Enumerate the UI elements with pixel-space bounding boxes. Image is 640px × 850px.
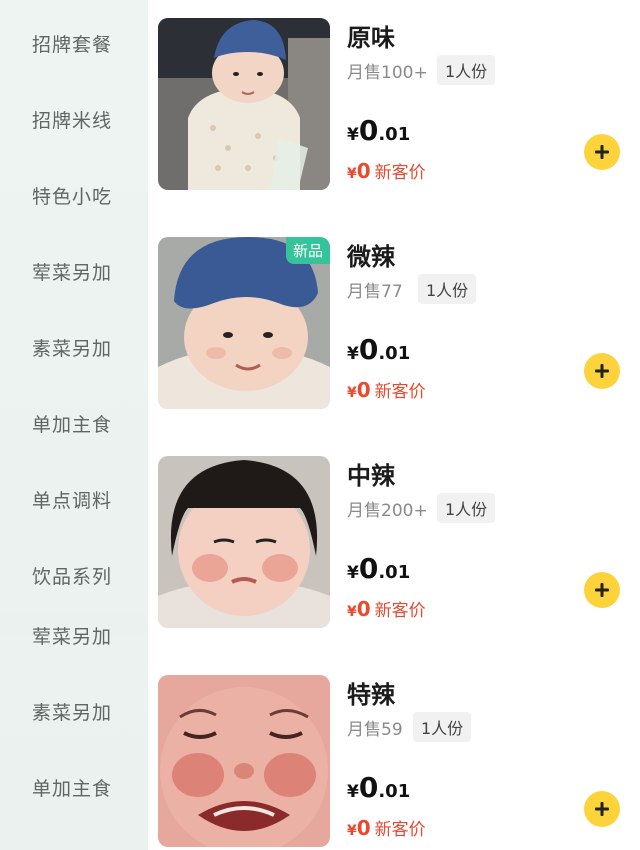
product-name: 中辣 [347,462,395,490]
product-name: 微辣 [347,243,395,271]
price-integer: 0 [358,552,379,585]
new-price-label: 新客价 [374,601,426,621]
plus-icon [595,583,609,597]
price-integer: 0 [358,771,379,804]
price: ¥0.01 [347,771,410,804]
price-currency: ¥ [347,782,359,802]
new-price-currency: ¥ [347,385,357,401]
category-sidebar: 招牌套餐 招牌米线 特色小吃 荤菜另加 素菜另加 单加主食 单点调料 饮品系列 … [0,0,148,850]
price: ¥0.01 [347,333,410,366]
new-price-label: 新客价 [374,163,426,183]
monthly-sales: 月售100+ [347,63,428,83]
product-card[interactable]: 特辣 月售59 1人份 ¥0.01 ¥0 新客价 [148,675,640,850]
product-card[interactable]: 中辣 月售200+ 1人份 ¥0.01 ¥0 新客价 [148,456,640,656]
new-price-value: 0 [356,159,371,183]
new-customer-price: ¥0 新客价 [347,377,426,402]
monthly-sales: 月售200+ [347,501,428,521]
monthly-sales: 月售59 [347,720,403,740]
product-list: 原味 月售100+ 1人份 ¥0.01 ¥0 新客价 新品 微辣 月售77 1人… [148,0,640,850]
new-price-currency: ¥ [347,604,357,620]
sidebar-item-meat-extra-2[interactable]: 荤菜另加 [32,622,112,649]
price-currency: ¥ [347,563,359,583]
product-name: 原味 [347,24,395,52]
new-price-value: 0 [356,816,371,840]
plus-icon [595,364,609,378]
price-decimal: .01 [378,343,411,364]
price: ¥0.01 [347,114,410,147]
sidebar-item-seasoning[interactable]: 单点调料 [32,486,112,513]
sidebar-item-veg-extra[interactable]: 素菜另加 [32,334,112,361]
plus-icon [595,802,609,816]
sidebar-item-snacks[interactable]: 特色小吃 [32,182,112,209]
product-image[interactable]: 新品 [158,237,330,409]
new-customer-price: ¥0 新客价 [347,158,426,183]
sidebar-item-meat-extra[interactable]: 荤菜另加 [32,258,112,285]
add-to-cart-button[interactable] [584,572,620,608]
new-price-value: 0 [356,378,371,402]
portion-tag: 1人份 [413,712,472,742]
price-integer: 0 [358,114,379,147]
new-price-currency: ¥ [347,823,357,839]
product-image[interactable] [158,456,330,628]
price: ¥0.01 [347,552,410,585]
product-card[interactable]: 原味 月售100+ 1人份 ¥0.01 ¥0 新客价 [148,18,640,218]
new-item-badge: 新品 [285,237,330,264]
product-name: 特辣 [347,681,395,709]
price-decimal: .01 [378,781,411,802]
new-price-value: 0 [356,597,371,621]
price-decimal: .01 [378,562,411,583]
product-image[interactable] [158,18,330,190]
portion-tag: 1人份 [418,274,477,304]
add-to-cart-button[interactable] [584,791,620,827]
product-card[interactable]: 新品 微辣 月售77 1人份 ¥0.01 ¥0 新客价 [148,237,640,437]
price-currency: ¥ [347,344,359,364]
new-price-label: 新客价 [374,820,426,840]
portion-tag: 1人份 [437,55,496,85]
product-image[interactable] [158,675,330,847]
add-to-cart-button[interactable] [584,134,620,170]
new-price-currency: ¥ [347,166,357,182]
price-integer: 0 [358,333,379,366]
add-to-cart-button[interactable] [584,353,620,389]
new-customer-price: ¥0 新客价 [347,596,426,621]
portion-tag: 1人份 [437,493,496,523]
price-decimal: .01 [378,124,411,145]
sidebar-item-staple-extra-2[interactable]: 单加主食 [32,774,112,801]
sidebar-item-veg-extra-2[interactable]: 素菜另加 [32,698,112,725]
monthly-sales: 月售77 [347,282,403,302]
new-price-label: 新客价 [374,382,426,402]
plus-icon [595,145,609,159]
sidebar-item-drinks[interactable]: 饮品系列 [32,562,112,589]
price-currency: ¥ [347,125,359,145]
new-customer-price: ¥0 新客价 [347,815,426,840]
sidebar-item-signature-noodle[interactable]: 招牌米线 [32,106,112,133]
sidebar-item-staple-extra[interactable]: 单加主食 [32,410,112,437]
sidebar-item-signature-set[interactable]: 招牌套餐 [32,30,112,57]
